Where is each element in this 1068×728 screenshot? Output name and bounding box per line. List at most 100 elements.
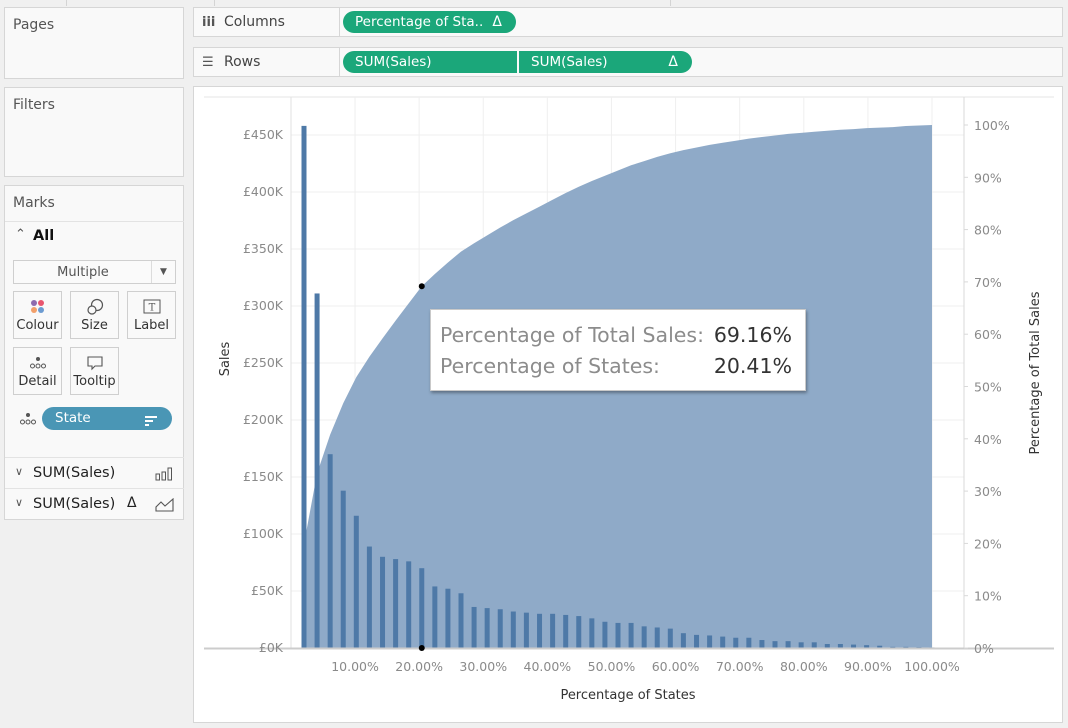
sales-bar[interactable] (798, 642, 804, 648)
sales-bar[interactable] (720, 636, 726, 648)
sales-bar[interactable] (628, 622, 634, 648)
y2-tick-label: 80% (974, 223, 1002, 238)
sales-bar[interactable] (327, 454, 333, 648)
y2-tick-label: 40% (974, 432, 1002, 447)
marks-all-row[interactable]: ⌃ All (5, 221, 184, 251)
sort-icon (145, 412, 158, 435)
sales-bar[interactable] (667, 628, 673, 648)
highlight-point-axis[interactable] (418, 645, 425, 651)
measure-row-area[interactable]: ∨ SUM(Sales) Δ (5, 488, 184, 519)
sales-bar[interactable] (602, 621, 608, 648)
sales-bar[interactable] (694, 634, 700, 648)
y2-axis-title: Percentage of Total Sales (1028, 291, 1043, 454)
sales-bar[interactable] (837, 644, 843, 648)
rows-shelf[interactable]: ☰ Rows SUM(Sales) SUM(Sales) Δ (193, 47, 1063, 77)
sales-bar[interactable] (641, 626, 647, 648)
collapse-icon[interactable]: ⌃ (15, 227, 26, 242)
measure-row-bar[interactable]: ∨ SUM(Sales) (5, 457, 184, 488)
y-tick-label: £300K (243, 298, 284, 313)
sales-bar[interactable] (523, 612, 529, 648)
x-tick-label: 60.00% (652, 659, 700, 674)
label-card[interactable]: T Label (127, 291, 176, 339)
sales-bar[interactable] (824, 644, 830, 648)
chevron-down-icon[interactable]: ∨ (15, 465, 23, 478)
sales-bar[interactable] (851, 644, 857, 648)
columns-icon: iii (202, 14, 216, 30)
sales-bar[interactable] (366, 546, 372, 648)
rows-label: Rows (224, 54, 261, 70)
sales-bar[interactable] (314, 293, 320, 648)
sales-bar[interactable] (785, 641, 791, 648)
sales-bar[interactable] (733, 637, 739, 648)
x-tick-label: 80.00% (780, 659, 828, 674)
sales-bar[interactable] (484, 608, 490, 648)
sales-bar[interactable] (340, 490, 346, 648)
sales-bar[interactable] (445, 588, 451, 648)
detail-icon (19, 411, 37, 430)
y-tick-label: £200K (243, 412, 284, 427)
sales-bar[interactable] (406, 561, 412, 648)
detail-icon (14, 352, 61, 374)
highlight-point-area[interactable] (418, 283, 425, 290)
columns-shelf[interactable]: iii Columns Percentage of Sta.. Δ (193, 7, 1063, 37)
sales-bar[interactable] (301, 125, 307, 648)
mark-type-dropdown[interactable]: Multiple ▼ (13, 260, 176, 284)
tooltip-card[interactable]: Tooltip (70, 347, 119, 395)
sales-bar[interactable] (393, 559, 399, 648)
sales-bar[interactable] (589, 618, 595, 648)
sales-bar[interactable] (576, 616, 582, 648)
sales-bar[interactable] (550, 613, 556, 648)
sales-bar[interactable] (654, 627, 660, 648)
pages-panel[interactable]: Pages (4, 7, 184, 79)
x-tick-label: 40.00% (524, 659, 572, 674)
label-label: Label (133, 318, 170, 333)
sales-bar[interactable] (471, 606, 477, 648)
sales-bar[interactable] (563, 614, 569, 648)
x-axis-title: Percentage of States (560, 688, 695, 703)
marks-panel: Marks ⌃ All Multiple ▼ Colour Size T Lab… (4, 185, 184, 520)
sales-bar[interactable] (353, 515, 359, 648)
chevron-down-icon[interactable]: ▼ (151, 261, 175, 283)
chevron-down-icon[interactable]: ∨ (15, 496, 23, 509)
state-pill[interactable]: State (42, 407, 172, 430)
pareto-chart[interactable]: £0K £50K £100K £150K £200K £250K £300K £350K £40… (194, 87, 1064, 724)
measure-label: SUM(Sales) (33, 465, 116, 481)
delta-icon: Δ (492, 14, 502, 30)
sales-bar[interactable] (458, 593, 464, 648)
size-card[interactable]: Size (70, 291, 119, 339)
sales-bar[interactable] (510, 611, 516, 648)
x-tick-label: 10.00% (331, 659, 379, 674)
sum-sales-delta-pill[interactable]: SUM(Sales) Δ (519, 51, 692, 73)
viz-area[interactable]: £0K £50K £100K £150K £200K £250K £300K £350K £40… (193, 86, 1063, 723)
y2-tick-label: 10% (974, 589, 1002, 604)
y-tick-label: £250K (243, 355, 284, 370)
y-tick-label: £350K (243, 241, 284, 256)
detail-card[interactable]: Detail (13, 347, 62, 395)
sales-bar[interactable] (380, 556, 386, 648)
y-tick-label: £50K (251, 583, 284, 598)
rows-shelf-label: ☰ Rows (194, 48, 340, 76)
sales-bar[interactable] (759, 640, 765, 648)
sales-bar[interactable] (772, 641, 778, 648)
sales-bar[interactable] (615, 622, 621, 648)
sales-bar[interactable] (707, 635, 713, 648)
sales-bar[interactable] (680, 633, 686, 648)
sales-bar[interactable] (497, 609, 503, 648)
colour-card[interactable]: Colour (13, 291, 62, 339)
y2-tick-label: 20% (974, 536, 1002, 551)
sales-bar[interactable] (432, 586, 438, 648)
sales-bar[interactable] (537, 613, 543, 648)
pages-title: Pages (13, 17, 55, 33)
sales-bar[interactable] (419, 568, 425, 648)
filters-panel[interactable]: Filters (4, 87, 184, 177)
tooltip-label: Percentage of Total Sales: (440, 323, 704, 347)
sum-sales-pill[interactable]: SUM(Sales) (343, 51, 517, 73)
sales-bar[interactable] (746, 637, 752, 648)
y-tick-label: £150K (243, 469, 284, 484)
y2-tick-label: 0% (974, 641, 994, 656)
sales-bar[interactable] (811, 642, 817, 648)
y2-tick-label: 70% (974, 275, 1002, 290)
percentage-of-states-pill[interactable]: Percentage of Sta.. Δ (343, 11, 516, 33)
tooltip-label: Percentage of States: (440, 354, 660, 378)
tooltip: Percentage of Total Sales: 69.16% Percen… (430, 309, 806, 391)
